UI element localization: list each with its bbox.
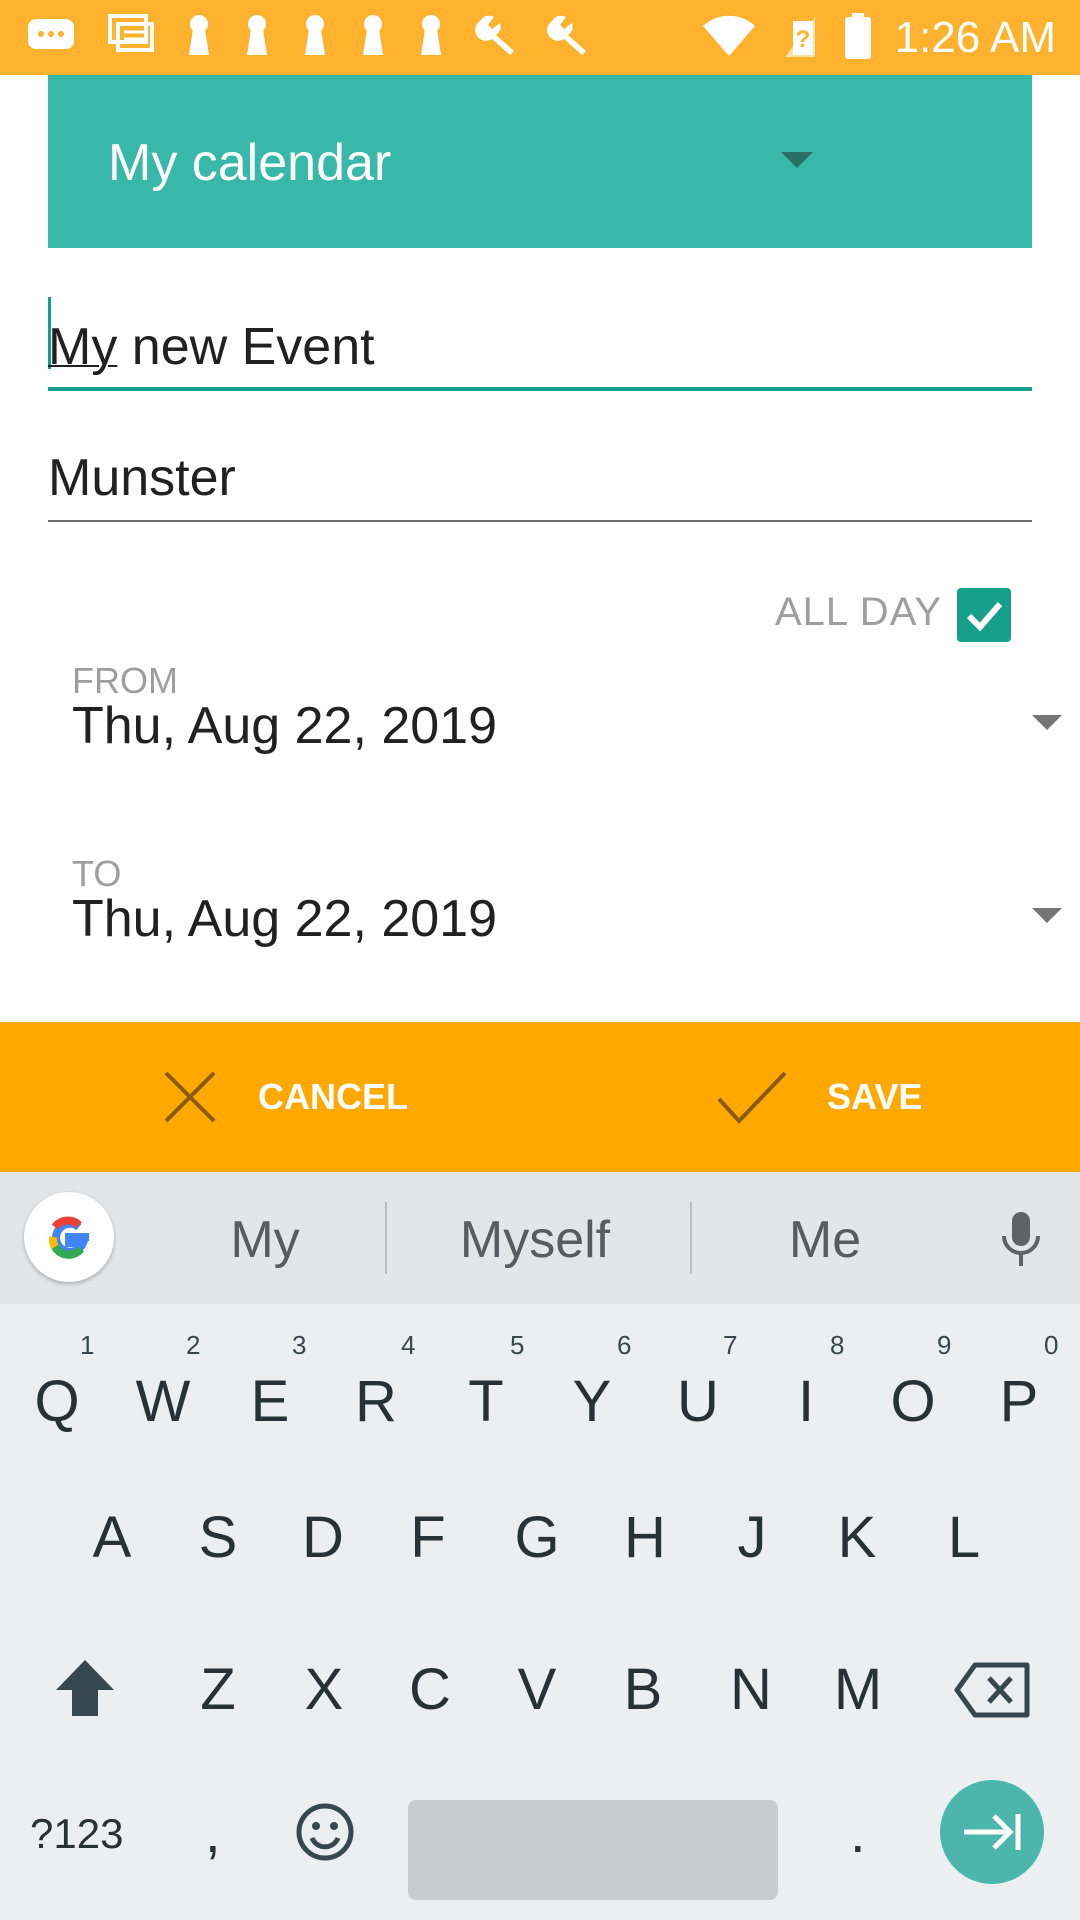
key-q[interactable]: Q [12, 1368, 102, 1435]
key-hint: 8 [830, 1330, 845, 1360]
key-e[interactable]: E [225, 1368, 315, 1435]
key-hint: 3 [292, 1330, 307, 1360]
keyhole-icon [358, 13, 388, 62]
key-d[interactable]: D [278, 1504, 368, 1571]
key-f[interactable]: F [383, 1504, 473, 1571]
backspace-icon[interactable] [953, 1661, 1031, 1724]
chat-bubble-icon [26, 15, 78, 60]
key-p[interactable]: P [974, 1368, 1064, 1435]
checkmark-icon [966, 602, 1003, 632]
from-date-picker[interactable]: FROM Thu, Aug 22, 2019 [72, 660, 1062, 780]
cancel-label: CANCEL [258, 1076, 408, 1117]
event-location-text: Munster [48, 449, 236, 507]
key-o[interactable]: O [868, 1368, 958, 1435]
shift-icon[interactable] [52, 1656, 118, 1725]
dropdown-arrow-icon [1032, 715, 1062, 730]
key-n[interactable]: N [706, 1656, 796, 1723]
suggestion-divider [690, 1202, 692, 1274]
key-hint: 6 [617, 1330, 632, 1360]
mic-icon[interactable] [996, 1210, 1046, 1275]
suggestion-3[interactable]: Me [700, 1210, 950, 1270]
key-z[interactable]: Z [173, 1656, 263, 1723]
period-key[interactable]: . [850, 1800, 866, 1865]
suggestion-divider [385, 1202, 387, 1274]
to-date-picker[interactable]: TO Thu, Aug 22, 2019 [72, 853, 1062, 973]
status-time: 1:26 AM [894, 13, 1056, 62]
key-m[interactable]: M [813, 1656, 903, 1723]
no-sim-icon: ? [779, 13, 821, 64]
calendar-selector[interactable]: My calendar [48, 75, 1032, 248]
event-form: My calendar My new Event Munster ALL DAY… [0, 75, 1080, 1022]
keyhole-icon [416, 13, 446, 62]
key-r[interactable]: R [331, 1368, 421, 1435]
wrench-icon [474, 13, 518, 62]
key-hint: 1 [80, 1330, 95, 1360]
key-hint: 0 [1044, 1330, 1059, 1360]
event-title-input[interactable]: My new Event [48, 297, 1032, 391]
key-hint: 4 [401, 1330, 416, 1360]
action-bar: CANCEL SAVE [0, 1022, 1080, 1172]
key-hint: 5 [510, 1330, 525, 1360]
keyhole-icon [242, 13, 272, 62]
key-x[interactable]: X [279, 1656, 369, 1723]
composing-word: My [48, 318, 118, 376]
save-button[interactable]: SAVE [715, 1022, 922, 1172]
emoji-icon[interactable] [295, 1802, 355, 1867]
wifi-icon [701, 14, 757, 63]
dropdown-arrow-icon [781, 152, 813, 168]
messages-icon [106, 12, 156, 63]
all-day-checkbox[interactable] [957, 588, 1011, 642]
key-c[interactable]: C [385, 1656, 475, 1723]
next-field-button[interactable] [940, 1780, 1044, 1884]
close-icon [164, 1071, 216, 1123]
google-button[interactable] [24, 1192, 114, 1282]
to-date-value: Thu, Aug 22, 2019 [72, 890, 498, 948]
key-b[interactable]: B [598, 1656, 688, 1723]
check-icon [717, 1071, 787, 1124]
key-i[interactable]: I [761, 1368, 851, 1435]
key-j[interactable]: J [707, 1504, 797, 1571]
symbols-key[interactable]: ?123 [30, 1810, 123, 1858]
key-t[interactable]: T [441, 1368, 531, 1435]
suggestion-1[interactable]: My [150, 1210, 380, 1270]
key-w[interactable]: W [118, 1368, 208, 1435]
key-l[interactable]: L [919, 1504, 1009, 1571]
suggestion-2[interactable]: Myself [395, 1210, 675, 1270]
battery-icon [843, 12, 873, 65]
keyhole-icon [184, 13, 214, 62]
key-hint: 7 [723, 1330, 738, 1360]
key-hint: 9 [937, 1330, 952, 1360]
key-g[interactable]: G [492, 1504, 582, 1571]
suggestion-strip: My Myself Me [0, 1172, 1080, 1304]
key-h[interactable]: H [600, 1504, 690, 1571]
key-a[interactable]: A [67, 1504, 157, 1571]
key-y[interactable]: Y [547, 1368, 637, 1435]
key-k[interactable]: K [812, 1504, 902, 1571]
system-icons: ? 1:26 AM [701, 10, 1056, 66]
key-s[interactable]: S [173, 1504, 263, 1571]
cancel-button[interactable]: CANCEL [160, 1022, 408, 1172]
all-day-label: ALL DAY [775, 590, 943, 634]
calendar-name: My calendar [108, 134, 392, 192]
dropdown-arrow-icon [1032, 908, 1062, 923]
svg-text:?: ? [795, 26, 810, 53]
notification-icons [26, 12, 590, 63]
event-title-rest: new Event [117, 318, 375, 376]
key-v[interactable]: V [492, 1656, 582, 1723]
google-g-icon [48, 1216, 89, 1259]
keyhole-icon [300, 13, 330, 62]
tab-arrow-icon [964, 1814, 1021, 1850]
key-u[interactable]: U [653, 1368, 743, 1435]
from-date-value: Thu, Aug 22, 2019 [72, 697, 498, 755]
status-bar: ? 1:26 AM [0, 0, 1080, 75]
save-label: SAVE [827, 1076, 923, 1117]
comma-key[interactable]: , [205, 1800, 221, 1865]
wrench-icon [546, 13, 590, 62]
key-hint: 2 [186, 1330, 201, 1360]
event-title-text: My new Event [48, 317, 375, 377]
event-location-input[interactable]: Munster [48, 442, 1032, 522]
space-bar[interactable] [408, 1800, 778, 1900]
